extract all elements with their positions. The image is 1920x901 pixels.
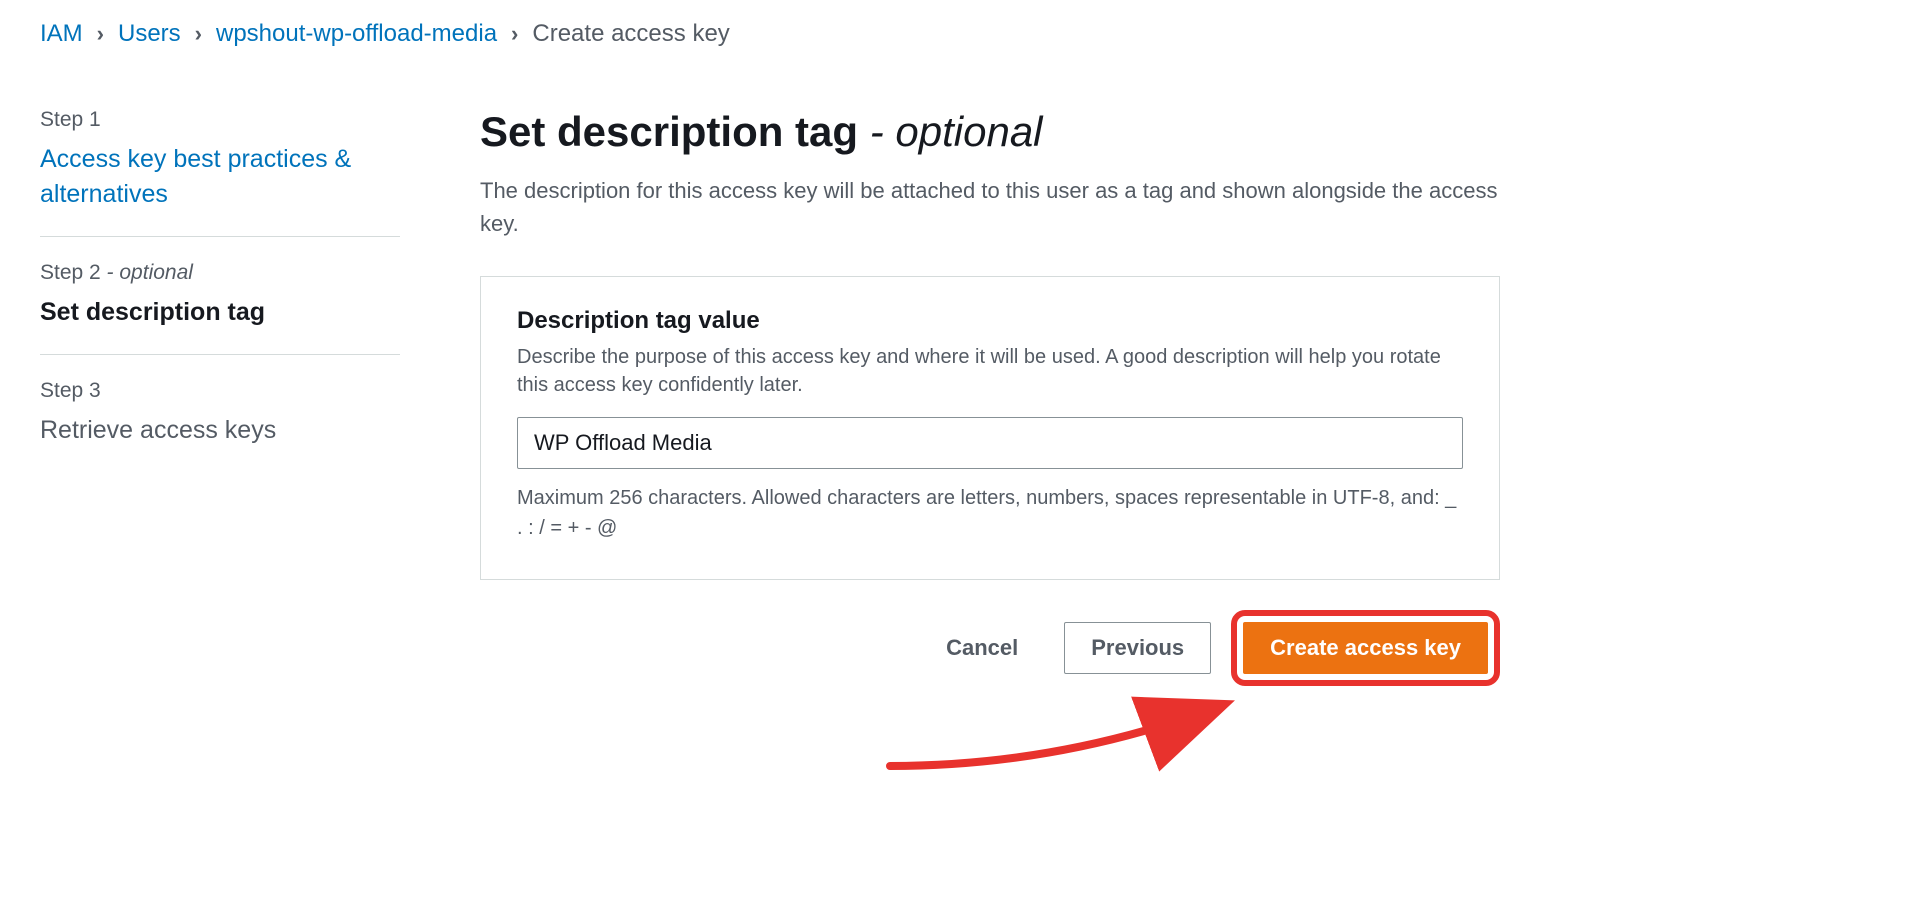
step-number: Step 2: [40, 261, 101, 284]
breadcrumb-link-iam[interactable]: IAM: [40, 20, 83, 48]
description-tag-form: Description tag value Describe the purpo…: [480, 276, 1500, 580]
field-label: Description tag value: [517, 307, 1463, 335]
step-title[interactable]: Access key best practices & alternatives: [40, 142, 400, 212]
step-label: Step 1: [40, 108, 400, 132]
breadcrumb-link-users[interactable]: Users: [118, 20, 181, 48]
wizard-step-3: Step 3 Retrieve access keys: [40, 379, 400, 472]
step-optional: - optional: [101, 261, 193, 284]
step-number: Step 1: [40, 108, 101, 131]
wizard-step-1[interactable]: Step 1 Access key best practices & alter…: [40, 108, 400, 237]
description-tag-input[interactable]: [517, 417, 1463, 469]
page-title-optional: - optional: [870, 108, 1043, 155]
main-content: Set description tag - optional The descr…: [480, 108, 1500, 776]
annotation-highlight: Create access key: [1231, 610, 1500, 686]
field-helper: Describe the purpose of this access key …: [517, 343, 1463, 399]
wizard-step-2: Step 2 - optional Set description tag: [40, 261, 400, 355]
step-label: Step 3: [40, 379, 400, 403]
step-title: Retrieve access keys: [40, 413, 400, 448]
create-access-key-button[interactable]: Create access key: [1243, 622, 1488, 674]
page-title-text: Set description tag: [480, 108, 870, 155]
cancel-button[interactable]: Cancel: [920, 623, 1044, 673]
step-title: Set description tag: [40, 295, 400, 330]
wizard-actions: Cancel Previous Create access key: [480, 610, 1500, 686]
step-label: Step 2 - optional: [40, 261, 400, 285]
chevron-right-icon: ›: [97, 21, 104, 47]
breadcrumb-current: Create access key: [532, 20, 729, 48]
breadcrumb-link-user[interactable]: wpshout-wp-offload-media: [216, 20, 497, 48]
chevron-right-icon: ›: [195, 21, 202, 47]
field-constraints: Maximum 256 characters. Allowed characte…: [517, 483, 1463, 543]
page-layout: Step 1 Access key best practices & alter…: [40, 108, 1880, 776]
wizard-steps: Step 1 Access key best practices & alter…: [40, 108, 400, 776]
page-description: The description for this access key will…: [480, 174, 1500, 240]
annotation-arrow: [480, 696, 1500, 776]
previous-button[interactable]: Previous: [1064, 622, 1211, 674]
breadcrumb: IAM › Users › wpshout-wp-offload-media ›…: [40, 20, 1880, 48]
page-title: Set description tag - optional: [480, 108, 1500, 156]
step-number: Step 3: [40, 379, 101, 402]
chevron-right-icon: ›: [511, 21, 518, 47]
